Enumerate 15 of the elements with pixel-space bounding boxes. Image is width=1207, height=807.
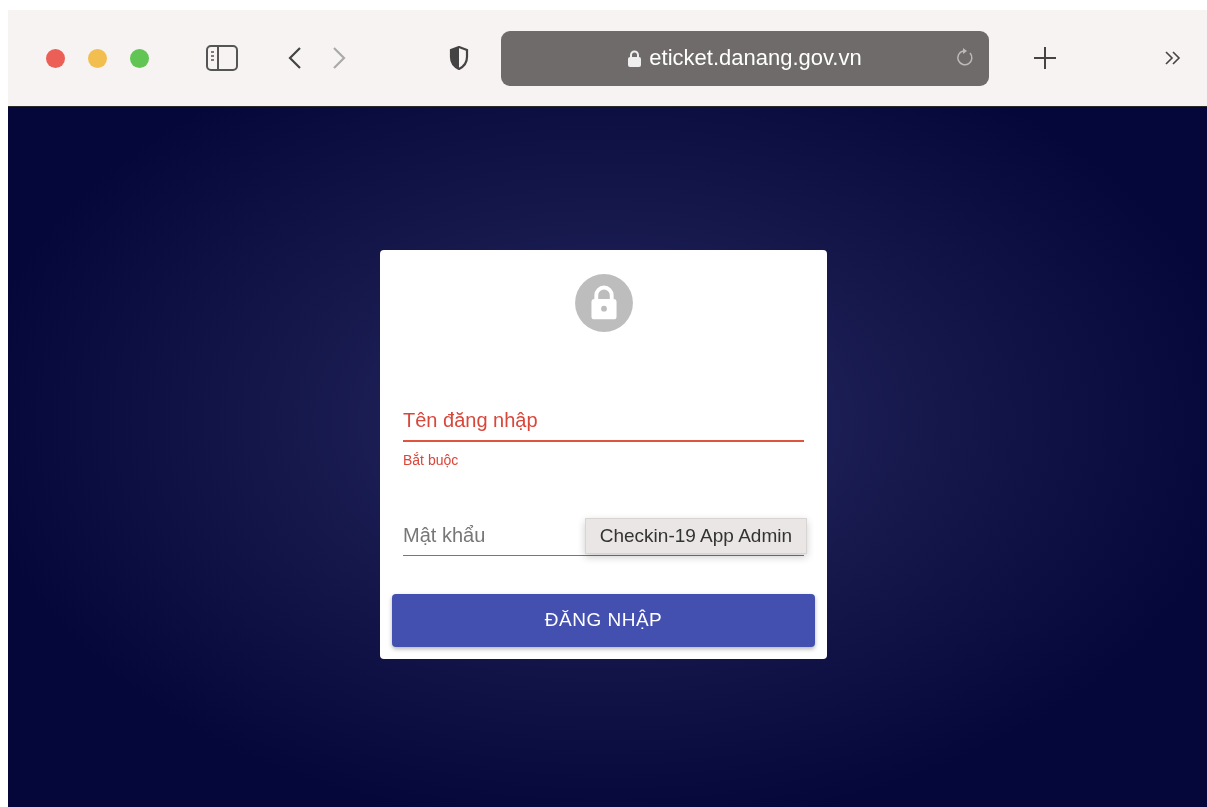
error-message: Bắt buộc [403, 451, 460, 468]
login-button[interactable]: ĐĂNG NHẬP [392, 593, 815, 647]
shield-icon[interactable] [449, 46, 469, 70]
chevrons-icon[interactable] [1164, 50, 1182, 66]
tooltip: Checkin-19 App Admin [584, 517, 807, 554]
lock-icon [573, 274, 634, 332]
sidebar-icon[interactable] [206, 45, 238, 71]
username-field[interactable]: Tên đăng nhập [403, 397, 804, 442]
new-tab-icon[interactable] [1033, 46, 1057, 70]
url-text: eticket.danang.gov.vn [649, 45, 862, 71]
reload-icon[interactable] [955, 47, 975, 68]
back-icon[interactable] [288, 46, 302, 70]
address-bar[interactable]: eticket.danang.gov.vn [501, 30, 989, 86]
lock-icon [628, 49, 642, 67]
close-window-icon[interactable] [46, 48, 65, 68]
